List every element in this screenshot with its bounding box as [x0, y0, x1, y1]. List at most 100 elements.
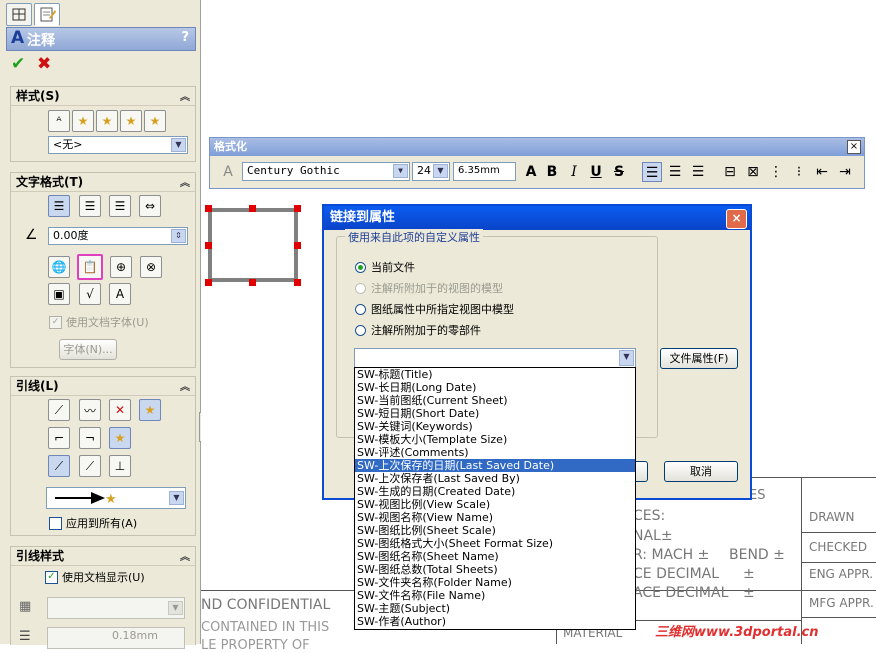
align-center-button[interactable]: ☰: [79, 195, 101, 217]
handle-tm[interactable]: [249, 205, 256, 212]
property-list-item[interactable]: SW-作者(Author): [355, 615, 635, 628]
font-button[interactable]: 字体(N)...: [59, 339, 117, 360]
indent-icon[interactable]: ⇥: [835, 162, 855, 182]
angle-input[interactable]: 0.00度 ⇕: [48, 227, 188, 245]
property-list-item[interactable]: SW-模板大小(Template Size): [355, 433, 635, 446]
no-leader-button[interactable]: ✕: [109, 399, 131, 421]
handle-bm[interactable]: [249, 279, 256, 286]
line-thickness-select[interactable]: 0.18mm: [47, 627, 185, 649]
handle-tr[interactable]: [294, 205, 301, 212]
collapse-icon[interactable]: ︽: [180, 379, 190, 397]
handle-br[interactable]: [294, 279, 301, 286]
hyperlink-button[interactable]: 🌐: [48, 256, 70, 278]
property-list-item[interactable]: SW-视图比例(View Scale): [355, 498, 635, 511]
apply-all-checkbox[interactable]: 应用到所有(A): [49, 515, 137, 531]
property-list-item[interactable]: SW-图纸总数(Total Sheets): [355, 563, 635, 576]
align-center-icon[interactable]: ☰: [665, 162, 685, 182]
lock-symbol-button[interactable]: ⊗: [140, 256, 162, 278]
property-manager-tab[interactable]: [34, 3, 60, 26]
collapse-icon[interactable]: ︽: [180, 175, 190, 193]
property-list-item[interactable]: SW-文件名称(File Name): [355, 589, 635, 602]
align-left-button[interactable]: ☰: [48, 195, 70, 217]
property-list-item[interactable]: SW-标题(Title): [355, 368, 635, 381]
align-right-icon[interactable]: ☰: [688, 162, 708, 182]
italic-button[interactable]: I: [566, 162, 582, 182]
handle-tl[interactable]: [205, 205, 212, 212]
annotation-box[interactable]: [208, 208, 298, 282]
outdent-icon[interactable]: ⇤: [812, 162, 832, 182]
property-list-item[interactable]: SW-生成的日期(Created Date): [355, 485, 635, 498]
property-list-item[interactable]: SW-文件夹名称(Folder Name): [355, 576, 635, 589]
strikethrough-button[interactable]: S: [611, 162, 627, 182]
spinner-icon[interactable]: ⇕: [171, 229, 186, 243]
underline-button[interactable]: U: [588, 162, 604, 182]
property-list-item[interactable]: SW-评述(Comments): [355, 446, 635, 459]
datum-feature-button[interactable]: A: [109, 283, 131, 305]
use-doc-display-checkbox[interactable]: ✓ 使用文档显示(U): [45, 569, 145, 585]
format-close-button[interactable]: ×: [847, 140, 861, 154]
stack-icon[interactable]: ⊟: [720, 162, 740, 182]
leader-multi-button[interactable]: ⟋: [79, 455, 101, 477]
property-list-item[interactable]: SW-图纸比例(Sheet Scale): [355, 524, 635, 537]
dialog-close-button[interactable]: ×: [726, 209, 747, 229]
leader-left-button[interactable]: ⌐: [48, 427, 70, 449]
font-size-select[interactable]: 24 ▼: [412, 162, 450, 181]
align-left-icon[interactable]: ☰: [642, 162, 662, 182]
property-list-item[interactable]: SW-上次保存者(Last Saved By): [355, 472, 635, 485]
radio-sheet-model[interactable]: 图纸属性中所指定视图中模型: [355, 301, 514, 317]
font-color-button[interactable]: A: [522, 162, 540, 182]
property-dropdown-list[interactable]: SW-标题(Title) SW-长日期(Long Date) SW-当前图纸(Cur…: [354, 367, 636, 630]
handle-bl[interactable]: [205, 279, 212, 286]
help-button[interactable]: ?: [181, 30, 189, 45]
leader-straight-button[interactable]: ⟋: [48, 399, 70, 421]
surface-finish-button[interactable]: √: [79, 283, 101, 305]
auto-leader-button[interactable]: ★: [139, 399, 161, 421]
radio-view-model[interactable]: 注解所附加于的视图的模型: [355, 280, 503, 296]
styles-header[interactable]: 样式(S) ︽: [11, 87, 195, 106]
leader-right-button[interactable]: ¬: [79, 427, 101, 449]
property-list-item[interactable]: SW-视图名称(View Name): [355, 511, 635, 524]
leader-nearest-button[interactable]: ★: [109, 427, 131, 449]
spacing-icon[interactable]: ⊠: [743, 162, 763, 182]
add-symbol-button[interactable]: ⊕: [110, 256, 132, 278]
font-height-input[interactable]: 6.35mm: [453, 162, 516, 181]
line-style-select[interactable]: ▼: [47, 597, 185, 619]
property-list-item[interactable]: SW-关键词(Keywords): [355, 420, 635, 433]
leader-header[interactable]: 引线(L) ︽: [11, 377, 195, 396]
property-list-item[interactable]: SW-主题(Subject): [355, 602, 635, 615]
handle-ml[interactable]: [205, 242, 212, 249]
bullets-icon[interactable]: ⋮: [766, 162, 786, 182]
property-combo[interactable]: ▼: [354, 348, 636, 368]
radio-current-file[interactable]: 当前文件: [355, 259, 415, 275]
property-list-item[interactable]: SW-短日期(Short Date): [355, 407, 635, 420]
font-select[interactable]: Century Gothic ▼: [242, 162, 410, 181]
numbering-icon[interactable]: ⁝: [789, 162, 809, 182]
load-style-button[interactable]: ★: [144, 110, 166, 132]
ok-check-icon[interactable]: ✔: [11, 54, 25, 74]
radio-component[interactable]: 注解所附加于的零部件: [355, 322, 481, 338]
property-list-item[interactable]: SW-上次保存的日期(Last Saved Date): [355, 459, 635, 472]
collapse-icon[interactable]: ︽: [180, 89, 190, 107]
leader-underline-button[interactable]: ⊥: [109, 455, 131, 477]
apply-style-button[interactable]: ᴬ: [48, 110, 70, 132]
align-right-button[interactable]: ☰: [109, 195, 131, 217]
file-properties-button[interactable]: 文件属性(F): [660, 348, 738, 369]
cancel-x-icon[interactable]: ✖: [37, 54, 51, 74]
geometric-tolerance-button[interactable]: ▣: [48, 283, 70, 305]
property-list-item[interactable]: SW-图纸名称(Sheet Name): [355, 550, 635, 563]
add-style-button[interactable]: ★: [72, 110, 94, 132]
style-select[interactable]: <无> ▼: [48, 136, 188, 154]
save-style-button[interactable]: ★: [120, 110, 142, 132]
handle-mr[interactable]: [294, 242, 301, 249]
link-to-property-button[interactable]: 📋: [77, 254, 103, 280]
delete-style-button[interactable]: ★: [96, 110, 118, 132]
cancel-button[interactable]: 取消: [664, 461, 738, 482]
use-doc-font-checkbox[interactable]: ✓ 使用文档字体(U): [49, 314, 149, 330]
bold-button[interactable]: B: [544, 162, 560, 182]
leader-bent-button[interactable]: 〰: [79, 399, 101, 421]
text-format-header[interactable]: 文字格式(T) ︽: [11, 173, 195, 192]
leader-style-header[interactable]: 引线样式 ︽: [11, 547, 195, 566]
property-list-item[interactable]: SW-图纸格式大小(Sheet Format Size): [355, 537, 635, 550]
property-list-item[interactable]: SW-长日期(Long Date): [355, 381, 635, 394]
arrow-style-select[interactable]: ★ ▼: [46, 487, 186, 509]
